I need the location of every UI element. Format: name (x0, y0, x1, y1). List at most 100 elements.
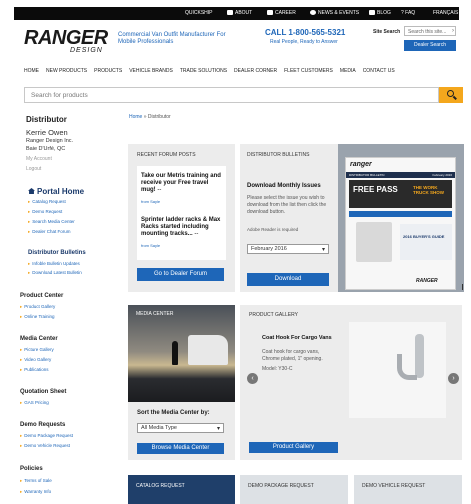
sidebar-warranty-info[interactable]: Warranty Info (20, 489, 51, 495)
topbar-faq-label: FAQ (405, 10, 416, 16)
nav-fleet-customers[interactable]: FLEET CUSTOMERS (284, 68, 333, 75)
demo-vehicle-label: DEMO VEHICLE REQUEST (362, 483, 426, 489)
topbar-about-label: ABOUT (235, 10, 253, 16)
forum-post-title[interactable]: Take our Metris training and receive you… (141, 173, 223, 194)
flyer-product-image (356, 222, 392, 262)
sidebar-picture-gallery[interactable]: Picture Gallery (20, 347, 54, 353)
sidebar-dealer-chat-forum[interactable]: Dealer Chat Forum (28, 229, 70, 235)
nav-trade-solutions[interactable]: TRADE SOLUTIONS (180, 68, 227, 75)
forum-post-title-text: Sprinter ladder racks & Max Racks starte… (141, 217, 221, 237)
sidebar-gas-pricing[interactable]: GAS Pricing (20, 400, 49, 406)
top-utility-bar: QUICKSHIP ABOUT CAREER NEWS & EVENTS BLO… (14, 7, 459, 20)
topbar-career-link[interactable]: CAREER (267, 10, 296, 16)
forum-post-meta[interactable]: from Sayle (141, 243, 160, 248)
topbar-blog-link[interactable]: BLOG (369, 10, 391, 16)
download-button[interactable]: Download (247, 273, 329, 286)
demo-vehicle-request-card[interactable]: DEMO VEHICLE REQUEST (354, 475, 462, 504)
flyer-promo: FREE PASS (353, 185, 398, 194)
flyer-guide-block: 2016 BUYER'S GUIDE (400, 224, 452, 260)
nav-dealer-corner[interactable]: DEALER CORNER (234, 68, 277, 75)
flyer-promo-show: THE WORK TRUCK SHOW (413, 185, 444, 195)
nav-new-products[interactable]: NEW PRODUCTS (46, 68, 87, 75)
media-center-image[interactable] (128, 305, 235, 402)
user-location: Baie D'Urfé, QC (26, 146, 66, 152)
topbar-career-label: CAREER (275, 10, 296, 16)
sidebar-online-training[interactable]: Online Training (20, 314, 54, 320)
nav-home[interactable]: HOME (24, 68, 39, 75)
dealer-search-button[interactable]: Dealer Search (404, 40, 456, 51)
nav-media[interactable]: MEDIA (340, 68, 356, 75)
media-type-select[interactable]: All Media Type (137, 423, 224, 433)
nav-products[interactable]: PRODUCTS (94, 68, 122, 75)
search-icon (447, 90, 454, 97)
info-icon (227, 10, 233, 15)
ranger-design-logo[interactable]: RANGER DESIGN (24, 28, 108, 56)
sidebar-demo-vehicle-request[interactable]: Demo Vehicle Request (20, 443, 70, 449)
topbar-news-label: NEWS & EVENTS (318, 10, 360, 16)
portal-home-label: Portal Home (37, 187, 85, 196)
topbar-french-link[interactable]: FRANÇAIS (433, 10, 458, 16)
catalog-request-card[interactable]: CATALOG REQUEST (128, 475, 235, 504)
product-search-button[interactable] (439, 87, 463, 103)
sidebar-video-gallery[interactable]: Video Gallery (20, 357, 51, 363)
gallery-product-image[interactable] (349, 322, 446, 418)
gallery-next-arrow-icon[interactable]: › (448, 373, 459, 384)
topbar-blog-label: BLOG (377, 10, 391, 16)
topbar-quickship-link[interactable]: QUICKSHIP (185, 10, 213, 16)
header-tagline: Commercial Van Outfit Manufacturer For M… (118, 32, 226, 45)
flyer-footer-brand: RANGER (416, 278, 438, 284)
gallery-product-title[interactable]: Coat Hook For Cargo Vans (262, 335, 332, 342)
sidebar-terms-of-sale[interactable]: Terms of Sale (20, 478, 52, 484)
coat-hook-arm (397, 354, 417, 380)
sidebar-search-media-center[interactable]: Search Media Center (28, 219, 75, 225)
issue-select[interactable]: February 2016 (247, 244, 329, 254)
sidebar-download-bulletin[interactable]: Download Latest Bulletin (28, 270, 82, 276)
dealer-forum-button[interactable]: Go to Dealer Forum (137, 268, 224, 281)
sidebar-publications[interactable]: Publications (20, 367, 48, 373)
product-search-input[interactable]: Search for products (24, 87, 439, 103)
flyer-blue-strip (349, 211, 452, 217)
quotation-sheet-heading: Quotation Sheet (20, 389, 67, 395)
forum-post-meta[interactable]: from Sayle (141, 199, 160, 204)
bulletins-heading: DISTRIBUTOR BULLETINS (247, 152, 310, 158)
sidebar-product-gallery[interactable]: Product Gallery (20, 304, 55, 310)
topbar-faq-link[interactable]: ? FAQ (401, 10, 415, 16)
gear-icon (310, 10, 316, 15)
rss-icon (369, 10, 375, 15)
breadcrumb-separator: » (143, 114, 147, 120)
topbar-news-link[interactable]: NEWS & EVENTS (310, 10, 359, 16)
portal-home-link[interactable]: Portal Home (28, 187, 84, 196)
question-icon: ? (401, 10, 404, 16)
breadcrumb-current: Distributor (147, 114, 171, 120)
product-gallery-button[interactable]: Product Gallery (249, 442, 338, 453)
media-center-label: MEDIA CENTER (136, 311, 174, 317)
demo-package-label: DEMO PACKAGE REQUEST (248, 483, 314, 489)
media-sort-label: Sort the Media Center by: (137, 410, 210, 416)
site-search-arrow-icon[interactable]: › (449, 26, 457, 36)
logo-sub: DESIGN (70, 47, 103, 54)
page-scroll-marker (462, 284, 463, 290)
gallery-product-desc: Coat hook for cargo vans, Chrome plated,… (262, 349, 323, 362)
nav-vehicle-brands[interactable]: VEHICLE BRANDS (129, 68, 173, 75)
header-phone[interactable]: CALL 1-800-565-5321 (265, 28, 345, 37)
breadcrumb: Home » Distributor (129, 114, 171, 120)
sidebar-demo-request[interactable]: Demo Request (28, 209, 62, 215)
main-nav: HOME NEW PRODUCTS PRODUCTS VEHICLE BRAND… (24, 68, 402, 75)
demo-package-request-card[interactable]: DEMO PACKAGE REQUEST (240, 475, 348, 504)
my-account-link[interactable]: My Account (26, 156, 52, 162)
nav-contact-us[interactable]: CONTACT US (363, 68, 395, 75)
flyer-header-right: February 2016 (432, 173, 452, 177)
sidebar-demo-package-request[interactable]: Demo Package Request (20, 433, 73, 439)
gallery-prev-arrow-icon[interactable]: ‹ (247, 373, 258, 384)
sidebar-catalog-request[interactable]: Catalog Request (28, 199, 66, 205)
bulletins-instructions: Please select the issue you wish to down… (247, 195, 327, 215)
sidebar-bulletin-updates[interactable]: Infoble Bulletin Updates (28, 261, 80, 267)
breadcrumb-home[interactable]: Home (129, 114, 142, 120)
logout-link[interactable]: Logout (26, 166, 41, 172)
flyer-guide: 2016 BUYER'S GUIDE (403, 234, 445, 239)
gallery-heading: PRODUCT GALLERY (249, 312, 298, 318)
browse-media-button[interactable]: Browse Media Center (137, 443, 224, 454)
bulletin-flyer[interactable]: ranger DISTRIBUTOR BULLETIN February 201… (345, 157, 456, 290)
forum-post-title[interactable]: Sprinter ladder racks & Max Racks starte… (141, 217, 223, 238)
topbar-about-link[interactable]: ABOUT (227, 10, 252, 16)
